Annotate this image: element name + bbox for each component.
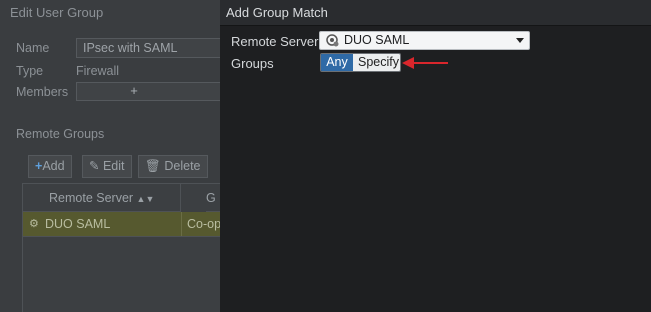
- remote-groups-table: Remote Server ▲▼ G ⚙ DUO SAML Co-op: [22, 183, 224, 312]
- remote-server-select[interactable]: DUO SAML: [319, 31, 530, 50]
- column-header-remote-server[interactable]: Remote Server ▲▼: [23, 184, 181, 212]
- dialog-title: Edit User Group: [10, 5, 104, 20]
- type-label: Type: [16, 64, 44, 78]
- chevron-down-icon: [516, 38, 524, 43]
- row-group: Co-op: [187, 217, 222, 231]
- delete-button[interactable]: 🗑 Delete: [138, 155, 208, 178]
- add-label: Add: [42, 159, 65, 173]
- server-icon: [326, 34, 339, 47]
- members-label: Members: [16, 85, 69, 99]
- name-label: Name: [16, 41, 50, 55]
- members-add-button[interactable]: +: [76, 82, 224, 101]
- pencil-icon: ✎: [89, 159, 100, 173]
- trash-icon: 🗑: [145, 159, 161, 173]
- table-row[interactable]: ⚙ DUO SAML Co-op: [23, 212, 224, 237]
- edit-user-group-dialog: Edit User Group Name IPsec with SAML Typ…: [0, 0, 224, 312]
- server-icon: ⚙: [29, 218, 39, 230]
- remote-server-value: DUO SAML: [344, 33, 410, 47]
- type-value: Firewall: [76, 64, 120, 78]
- sort-icon: ▲▼: [136, 194, 155, 204]
- add-button[interactable]: +Add: [28, 155, 72, 178]
- remote-groups-title: Remote Groups: [16, 127, 105, 141]
- dialog-titlebar: Add Group Match: [220, 0, 651, 26]
- groups-specify-button[interactable]: Specify: [353, 54, 400, 71]
- remote-server-label: Remote Server: [231, 34, 319, 49]
- groups-toggle: Any Specify: [320, 53, 401, 72]
- red-arrow-annotation: [402, 57, 448, 69]
- delete-label: Delete: [164, 159, 201, 173]
- name-input[interactable]: IPsec with SAML: [76, 38, 224, 58]
- add-group-match-dialog: Add Group Match Remote Server DUO SAML G…: [220, 0, 651, 312]
- groups-label: Groups: [231, 56, 274, 71]
- column-header-label: Remote Server: [49, 191, 134, 205]
- edit-button[interactable]: ✎ Edit: [82, 155, 132, 178]
- groups-any-button[interactable]: Any: [321, 54, 353, 71]
- edit-label: Edit: [102, 159, 125, 173]
- dialog-title: Add Group Match: [226, 5, 328, 20]
- row-server: DUO SAML: [45, 217, 111, 231]
